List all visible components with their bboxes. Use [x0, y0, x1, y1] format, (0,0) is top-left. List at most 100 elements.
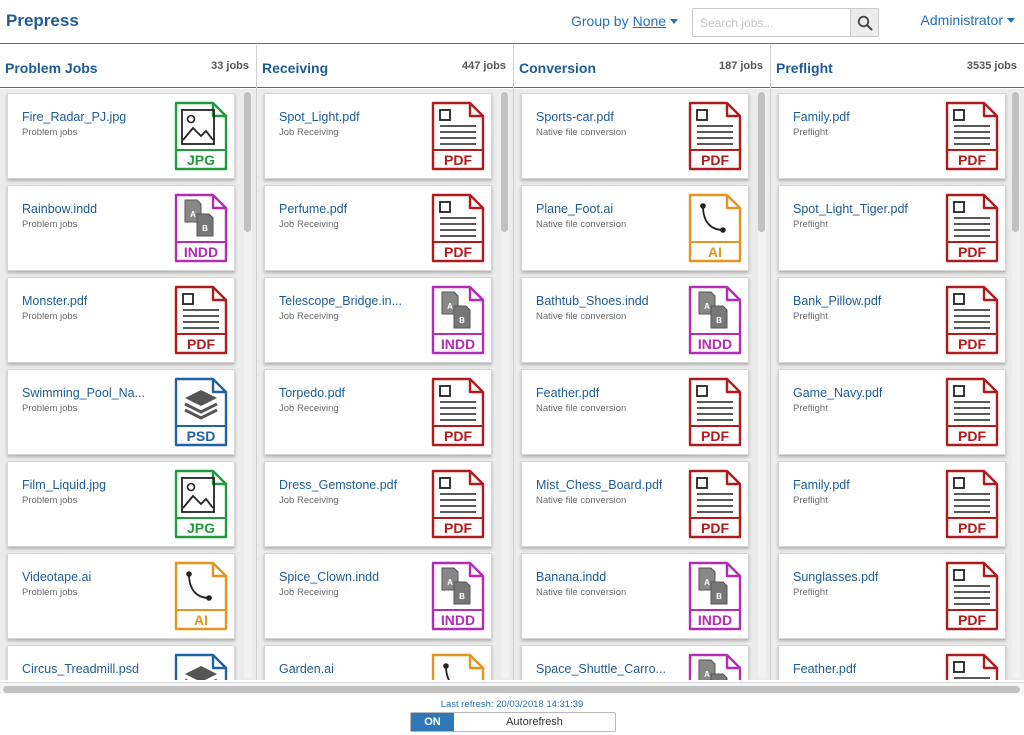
app-title: Prepress: [6, 11, 79, 30]
job-card[interactable]: Mist_Chess_Board.pdf Native file convers…: [521, 461, 749, 547]
job-name[interactable]: Perfume.pdf: [279, 202, 347, 216]
job-name[interactable]: Garden.ai: [279, 662, 334, 676]
job-name[interactable]: Spice_Clown.indd: [279, 570, 379, 584]
job-card[interactable]: Fire_Radar_PJ.jpg Problem jobs JPG: [7, 93, 235, 179]
job-card[interactable]: Family.pdf Preflight PDF: [778, 93, 1006, 179]
job-status: Job Receiving: [279, 587, 339, 598]
job-list[interactable]: Spot_Light.pdf Job Receiving PDF Perfume.…: [257, 89, 513, 680]
vertical-scroll-thumb[interactable]: [758, 92, 765, 232]
job-name[interactable]: Monster.pdf: [22, 294, 87, 308]
job-name[interactable]: Feather.pdf: [536, 386, 599, 400]
job-name[interactable]: Mist_Chess_Board.pdf: [536, 478, 662, 492]
vertical-scroll-thumb[interactable]: [501, 92, 508, 232]
toggle-label: Autorefresh: [506, 716, 563, 728]
job-card[interactable]: Spot_Light_Tiger.pdf Preflight PDF: [778, 185, 1006, 271]
job-name[interactable]: Family.pdf: [793, 478, 850, 492]
job-status: Preflight: [793, 495, 828, 506]
group-by-value[interactable]: None: [633, 13, 666, 29]
job-name[interactable]: Torpedo.pdf: [279, 386, 345, 400]
svg-text:INDD: INDD: [698, 612, 732, 628]
job-card[interactable]: Bank_Pillow.pdf Preflight PDF: [778, 277, 1006, 363]
job-name[interactable]: Swimming_Pool_Na...: [22, 386, 145, 400]
job-name[interactable]: Dress_Gemstone.pdf: [279, 478, 397, 492]
job-card[interactable]: Feather.pdf Preflight PDF: [778, 645, 1006, 680]
job-card[interactable]: Torpedo.pdf Job Receiving PDF: [264, 369, 492, 455]
job-name[interactable]: Game_Navy.pdf: [793, 386, 882, 400]
job-card[interactable]: Telescope_Bridge.in... Job Receiving A B…: [264, 277, 492, 363]
job-list[interactable]: Family.pdf Preflight PDF Spot_Light_Tiger…: [771, 89, 1024, 680]
job-name[interactable]: Sports-car.pdf: [536, 110, 614, 124]
job-card[interactable]: Game_Navy.pdf Preflight PDF: [778, 369, 1006, 455]
job-card[interactable]: Garden.ai Job Receiving AI: [264, 645, 492, 680]
job-card[interactable]: Monster.pdf Problem jobs PDF: [7, 277, 235, 363]
svg-text:PDF: PDF: [444, 152, 472, 168]
job-status: Preflight: [793, 587, 828, 598]
job-status: Problem jobs: [22, 403, 78, 414]
search-button[interactable]: [850, 9, 878, 36]
job-card[interactable]: Spice_Clown.indd Job Receiving A B INDD: [264, 553, 492, 639]
column-title: Preflight: [776, 60, 833, 76]
job-name[interactable]: Bank_Pillow.pdf: [793, 294, 881, 308]
column-title: Problem Jobs: [5, 60, 98, 76]
pdf-file-icon: PDF: [687, 376, 743, 448]
user-name: Administrator: [920, 12, 1003, 28]
job-name[interactable]: Space_Shuttle_Carro...: [536, 662, 666, 676]
job-name[interactable]: Spot_Light.pdf: [279, 110, 360, 124]
job-card[interactable]: Banana.indd Native file conversion A B IN…: [521, 553, 749, 639]
ai-file-icon: AI: [687, 192, 743, 264]
pdf-file-icon: PDF: [944, 284, 1000, 356]
job-card[interactable]: Perfume.pdf Job Receiving PDF: [264, 185, 492, 271]
job-card[interactable]: Sunglasses.pdf Preflight PDF: [778, 553, 1006, 639]
vertical-scroll-thumb[interactable]: [244, 92, 251, 232]
job-card[interactable]: Spot_Light.pdf Job Receiving PDF: [264, 93, 492, 179]
job-card[interactable]: Swimming_Pool_Na... Problem jobs PSD: [7, 369, 235, 455]
job-name[interactable]: Fire_Radar_PJ.jpg: [22, 110, 126, 124]
vertical-scroll-thumb[interactable]: [1012, 92, 1019, 232]
job-name[interactable]: Banana.indd: [536, 570, 606, 584]
job-name[interactable]: Feather.pdf: [793, 662, 856, 676]
job-list[interactable]: Sports-car.pdf Native file conversion PD…: [514, 89, 770, 680]
pdf-file-icon: PDF: [687, 468, 743, 540]
job-card[interactable]: Family.pdf Preflight PDF: [778, 461, 1006, 547]
job-count: 187 jobs: [718, 60, 763, 72]
user-menu[interactable]: Administrator: [921, 12, 1015, 28]
job-card[interactable]: Feather.pdf Native file conversion PDF: [521, 369, 749, 455]
job-name[interactable]: Rainbow.indd: [22, 202, 97, 216]
job-name[interactable]: Telescope_Bridge.in...: [279, 294, 402, 308]
toggle-on-state[interactable]: ON: [411, 713, 454, 731]
pdf-file-icon: PDF: [944, 560, 1000, 632]
chevron-down-icon: [670, 18, 679, 24]
svg-text:A: A: [704, 578, 710, 587]
job-card[interactable]: Videotape.ai Problem jobs AI: [7, 553, 235, 639]
job-card[interactable]: Bathtub_Shoes.indd Native file conversio…: [521, 277, 749, 363]
job-name[interactable]: Videotape.ai: [22, 570, 91, 584]
job-card[interactable]: Space_Shuttle_Carro... Native file conve…: [521, 645, 749, 680]
job-status: Problem jobs: [22, 311, 78, 322]
job-card[interactable]: Sports-car.pdf Native file conversion PD…: [521, 93, 749, 179]
job-list[interactable]: Fire_Radar_PJ.jpg Problem jobs JPG Rainbo…: [0, 89, 256, 680]
job-card[interactable]: Plane_Foot.ai Native file conversion AI: [521, 185, 749, 271]
autorefresh-toggle[interactable]: ON Autorefresh: [410, 712, 616, 732]
job-name[interactable]: Film_Liquid.jpg: [22, 478, 106, 492]
horizontal-scrollbar[interactable]: [0, 682, 1024, 694]
search-input[interactable]: [693, 9, 851, 36]
job-card[interactable]: Rainbow.indd Problem jobs A B INDD: [7, 185, 235, 271]
job-status: Problem jobs: [22, 587, 78, 598]
indd-file-icon: A B INDD: [430, 560, 486, 632]
job-card[interactable]: Film_Liquid.jpg Problem jobs JPG: [7, 461, 235, 547]
job-status: Native file conversion: [536, 403, 627, 414]
job-name[interactable]: Family.pdf: [793, 110, 850, 124]
svg-text:A: A: [704, 302, 710, 311]
svg-text:A: A: [704, 670, 710, 679]
job-name[interactable]: Bathtub_Shoes.indd: [536, 294, 649, 308]
job-name[interactable]: Spot_Light_Tiger.pdf: [793, 202, 908, 216]
job-card[interactable]: Circus_Treadmill.psd Problem jobs PSD: [7, 645, 235, 680]
group-by-dropdown[interactable]: Group by None: [571, 13, 679, 29]
pdf-file-icon: PDF: [944, 652, 1000, 680]
job-name[interactable]: Circus_Treadmill.psd: [22, 662, 139, 676]
horizontal-scroll-thumb[interactable]: [3, 686, 1020, 693]
pdf-file-icon: PDF: [430, 376, 486, 448]
job-name[interactable]: Sunglasses.pdf: [793, 570, 878, 584]
job-name[interactable]: Plane_Foot.ai: [536, 202, 613, 216]
job-card[interactable]: Dress_Gemstone.pdf Job Receiving PDF: [264, 461, 492, 547]
